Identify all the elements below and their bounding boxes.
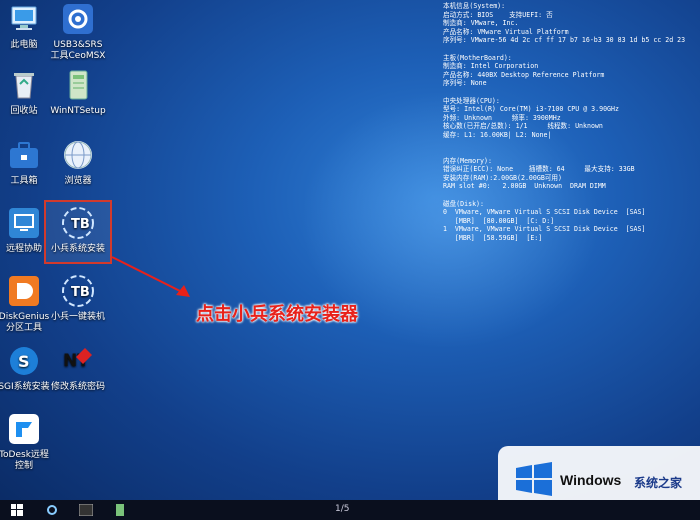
info-line: 1 VMware, VMware Virtual S SCSI Disk Dev… <box>443 225 646 234</box>
nt-password-icon: NT <box>61 344 95 378</box>
setup-file-icon <box>61 68 95 102</box>
windows-logo-icon <box>516 462 552 496</box>
taskbar-app-setup[interactable] <box>110 500 130 520</box>
desktop-icon-winntsetup[interactable]: WinNTSetup <box>46 68 110 117</box>
icon-label: 远程协助 <box>5 244 42 254</box>
desktop-icon-xiaobing-onekey[interactable]: TB 小兵一键装机 <box>46 274 110 323</box>
info-line: 本机信息(System): <box>443 2 506 10</box>
xiaobing-logo-icon: TB <box>61 206 95 240</box>
taskbar: 1/5 <box>0 500 700 520</box>
info-line: 主板(MotherBoard): <box>443 53 512 62</box>
computer-icon <box>7 2 41 36</box>
icon-label: 修改系统密码 <box>50 382 105 392</box>
info-line <box>443 45 700 54</box>
info-line <box>443 88 700 97</box>
info-line: 制造商: Intel Corporation <box>443 62 539 71</box>
icon-label: 此电脑 <box>10 40 38 50</box>
gear-settings-icon <box>61 2 95 36</box>
info-line: 制造商: VMware, Inc. <box>443 19 519 28</box>
info-line: 启动方式: BIOS 支持UEFI: 否 <box>443 10 553 19</box>
info-line <box>443 191 700 200</box>
info-line <box>443 148 700 157</box>
svg-text:TB: TB <box>71 285 90 300</box>
icon-label: 工具箱 <box>10 176 38 186</box>
icon-label: DiskGenius 分区工具 <box>0 312 50 333</box>
info-line: 0 VMware, VMware Virtual S SCSI Disk Dev… <box>443 208 646 217</box>
info-line <box>443 140 700 149</box>
gear-icon <box>47 505 57 515</box>
annotation-text: 点击小兵系统安装器 <box>196 304 358 325</box>
info-line: 核心数(已开启/总数): 1/1 线程数: Unknown <box>443 122 603 131</box>
info-line: 序列号: VMware-56 4d 2c cf ff 17 b7 16-b3 3… <box>443 36 686 45</box>
icon-label: 浏览器 <box>64 176 92 186</box>
icon-label: 回收站 <box>10 106 38 116</box>
desktop-icon-xiaobing-installer[interactable]: TB 小兵系统安装 <box>44 200 112 264</box>
recycle-bin-icon <box>7 68 41 102</box>
toolbox-icon <box>7 138 41 172</box>
info-line: [MBR] [80.00GB] [C: D:] <box>443 216 555 225</box>
svg-text:S: S <box>18 352 30 371</box>
icon-label: SGI系统安装 <box>0 382 50 392</box>
svg-text:TB: TB <box>71 217 90 232</box>
info-line: 安装内存(RAM):2.00GB(2.00GB可用) <box>443 173 562 182</box>
info-line: 缓存: L1: 16.00KB| L2: None| <box>443 130 552 139</box>
desktop-icon-browser[interactable]: 浏览器 <box>46 138 110 187</box>
page-indicator: 1/5 <box>335 504 350 514</box>
terminal-icon <box>79 504 93 516</box>
todesk-icon <box>7 412 41 446</box>
info-line: RAM slot #0: 2.00GB Unknown DRAM DIMM <box>443 182 606 191</box>
windows-start-icon <box>11 504 23 516</box>
info-line: 内存(Memory): <box>443 156 492 165</box>
system-info-panel: 本机信息(System): 启动方式: BIOS 支持UEFI: 否制造商: VM… <box>443 2 700 243</box>
info-line: 中央处理器(CPU): <box>443 96 500 105</box>
desktop-icon-change-password[interactable]: NT 修改系统密码 <box>46 344 110 393</box>
icon-label: USB3&SRS 工具CeoMSX <box>50 40 106 61</box>
icon-label: WinNTSetup <box>50 106 106 116</box>
remote-desktop-icon <box>7 206 41 240</box>
start-button[interactable] <box>6 500 28 520</box>
info-line: [MBR] [58.59GB] [E:] <box>443 234 543 243</box>
info-line: 序列号: None <box>443 79 487 88</box>
setup-icon <box>116 504 124 516</box>
taskbar-app-tools[interactable] <box>42 500 62 520</box>
desktop-icon-usb-tool[interactable]: USB3&SRS 工具CeoMSX <box>46 2 110 62</box>
watermark-brand: Windows <box>560 472 622 488</box>
watermark-site: 系统之家 <box>634 476 683 490</box>
info-line: 磁盘(Disk): <box>443 199 484 208</box>
annotation-arrow <box>111 256 190 297</box>
icon-label: ToDesk远程 控制 <box>0 450 49 471</box>
globe-icon <box>61 138 95 172</box>
taskbar-app-console[interactable] <box>76 500 96 520</box>
sgi-icon: S <box>7 344 41 378</box>
icon-label: 小兵系统安装 <box>50 244 105 254</box>
icon-label: 小兵一键装机 <box>50 312 105 322</box>
info-line: 型号: Intel(R) Core(TM) i3-7100 CPU @ 3.90… <box>443 105 619 114</box>
desktop-icon-todesk[interactable]: ToDesk远程 控制 <box>0 412 56 472</box>
diskgenius-icon <box>7 274 41 308</box>
info-line: 错误纠正(ECC): None 插槽数: 64 最大支持: 33GB <box>443 165 635 174</box>
xiaobing-logo-icon: TB <box>61 274 95 308</box>
